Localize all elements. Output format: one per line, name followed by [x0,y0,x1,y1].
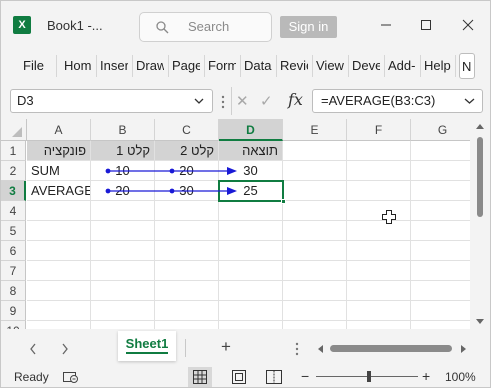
trace-arrowhead-d2 [227,167,237,175]
vertical-scroll-thumb[interactable] [477,137,483,217]
tab-formulas[interactable]: Form [208,57,236,75]
enter-icon[interactable]: ✓ [260,92,273,110]
tab-overflow[interactable]: N [459,53,475,79]
insert-function-icon[interactable]: fx [288,90,303,109]
minimize-icon [381,24,391,26]
trace-arrowhead-d3 [227,187,237,195]
trace-precedents-arrows [105,167,237,195]
tab-divider [276,55,277,77]
tab-divider [56,55,57,77]
tab-divider [96,55,97,77]
sign-in-button[interactable]: Sign in [280,16,337,38]
tab-divider [312,55,313,77]
tab-divider [455,55,456,77]
trace-dot-b3 [105,188,111,194]
name-box-value: D3 [17,93,34,108]
grid-view-icon [193,370,207,384]
zoom-out-button[interactable]: − [301,368,309,384]
tab-divider [348,55,349,77]
scroll-left-icon[interactable] [317,344,324,354]
scroll-up-icon[interactable] [475,123,485,130]
search-icon [156,21,169,34]
tab-help[interactable]: Help [424,57,452,75]
tab-insert[interactable]: Inser [100,57,128,75]
chevron-right-icon[interactable] [61,343,69,355]
sheet-tab-bar: Sheet1 + [1,331,490,365]
cell-cursor-icon [382,210,396,224]
page-layout-icon[interactable] [232,370,246,384]
name-box[interactable]: D3 [10,89,213,113]
tab-page-layout[interactable]: Page [172,57,200,75]
tab-draw[interactable]: Draw [136,57,164,75]
chevron-down-icon [194,98,204,104]
tab-divider [384,55,385,77]
tab-home[interactable]: Hom [64,57,94,75]
maximize-icon [421,20,431,30]
tab-file[interactable]: File [23,57,47,75]
title-bar: X Book1 -... Search Sign in [1,1,490,45]
tab-review[interactable]: Revie [280,57,308,75]
excel-window: X Book1 -... Search Sign in File Hom Ins… [0,0,491,388]
formula-input[interactable]: =AVERAGE(B3:C3) [312,89,483,113]
accessibility-icon[interactable] [62,370,80,384]
document-title: Book1 -... [47,18,103,33]
trace-dot-c2 [169,168,175,174]
page-break-preview-icon[interactable] [266,370,282,384]
excel-logo-icon: X [13,16,31,34]
search-placeholder: Search [188,19,230,34]
sheet-tab-sheet1[interactable]: Sheet1 [118,331,176,361]
formula-divider [231,87,232,115]
scroll-right-icon[interactable] [460,344,467,354]
tab-view[interactable]: View [316,57,344,75]
zoom-slider-thumb[interactable] [367,371,371,382]
minimize-button[interactable] [374,15,398,35]
expand-formula-icon[interactable] [464,97,475,105]
tab-divider [240,55,241,77]
more-sheets-icon[interactable] [295,342,299,356]
chevron-left-icon[interactable] [29,343,37,355]
horizontal-scroll-thumb[interactable] [330,345,452,352]
maximize-button[interactable] [414,15,438,35]
tab-data[interactable]: Data [244,57,272,75]
tab-developer[interactable]: Deve [352,57,380,75]
zoom-level[interactable]: 100% [445,370,476,384]
vertical-scrollbar[interactable] [470,119,490,329]
cancel-icon[interactable]: ✕ [236,92,249,110]
tab-divider [185,339,186,357]
close-button[interactable] [456,15,480,35]
close-icon [462,19,474,31]
more-options-icon[interactable] [220,95,226,109]
trace-dot-b2 [105,168,111,174]
search-box[interactable]: Search [139,12,272,42]
zoom-in-button[interactable]: + [422,368,430,384]
status-bar: Ready − + 100% [1,367,490,387]
sheet-tab-label: Sheet1 [125,336,169,354]
tab-divider [204,55,205,77]
worksheet-grid[interactable]: A B C D E F G 1 2 3 4 5 6 7 8 9 10 פונקצ… [1,119,490,329]
normal-view-button[interactable] [188,367,212,387]
formula-text: =AVERAGE(B3:C3) [321,93,436,108]
status-ready: Ready [14,370,49,384]
tab-add-ins[interactable]: Add- [388,57,416,75]
tab-divider [420,55,421,77]
trace-dot-c3 [169,188,175,194]
formula-bar: D3 ✕ ✓ fx =AVERAGE(B3:C3) [1,87,490,115]
ribbon-tabs: File Hom Inser Draw Page Form Data Revie… [1,51,490,81]
scroll-down-icon[interactable] [475,318,485,325]
tab-divider [168,55,169,77]
tab-divider [132,55,133,77]
add-sheet-button[interactable]: + [221,337,231,357]
